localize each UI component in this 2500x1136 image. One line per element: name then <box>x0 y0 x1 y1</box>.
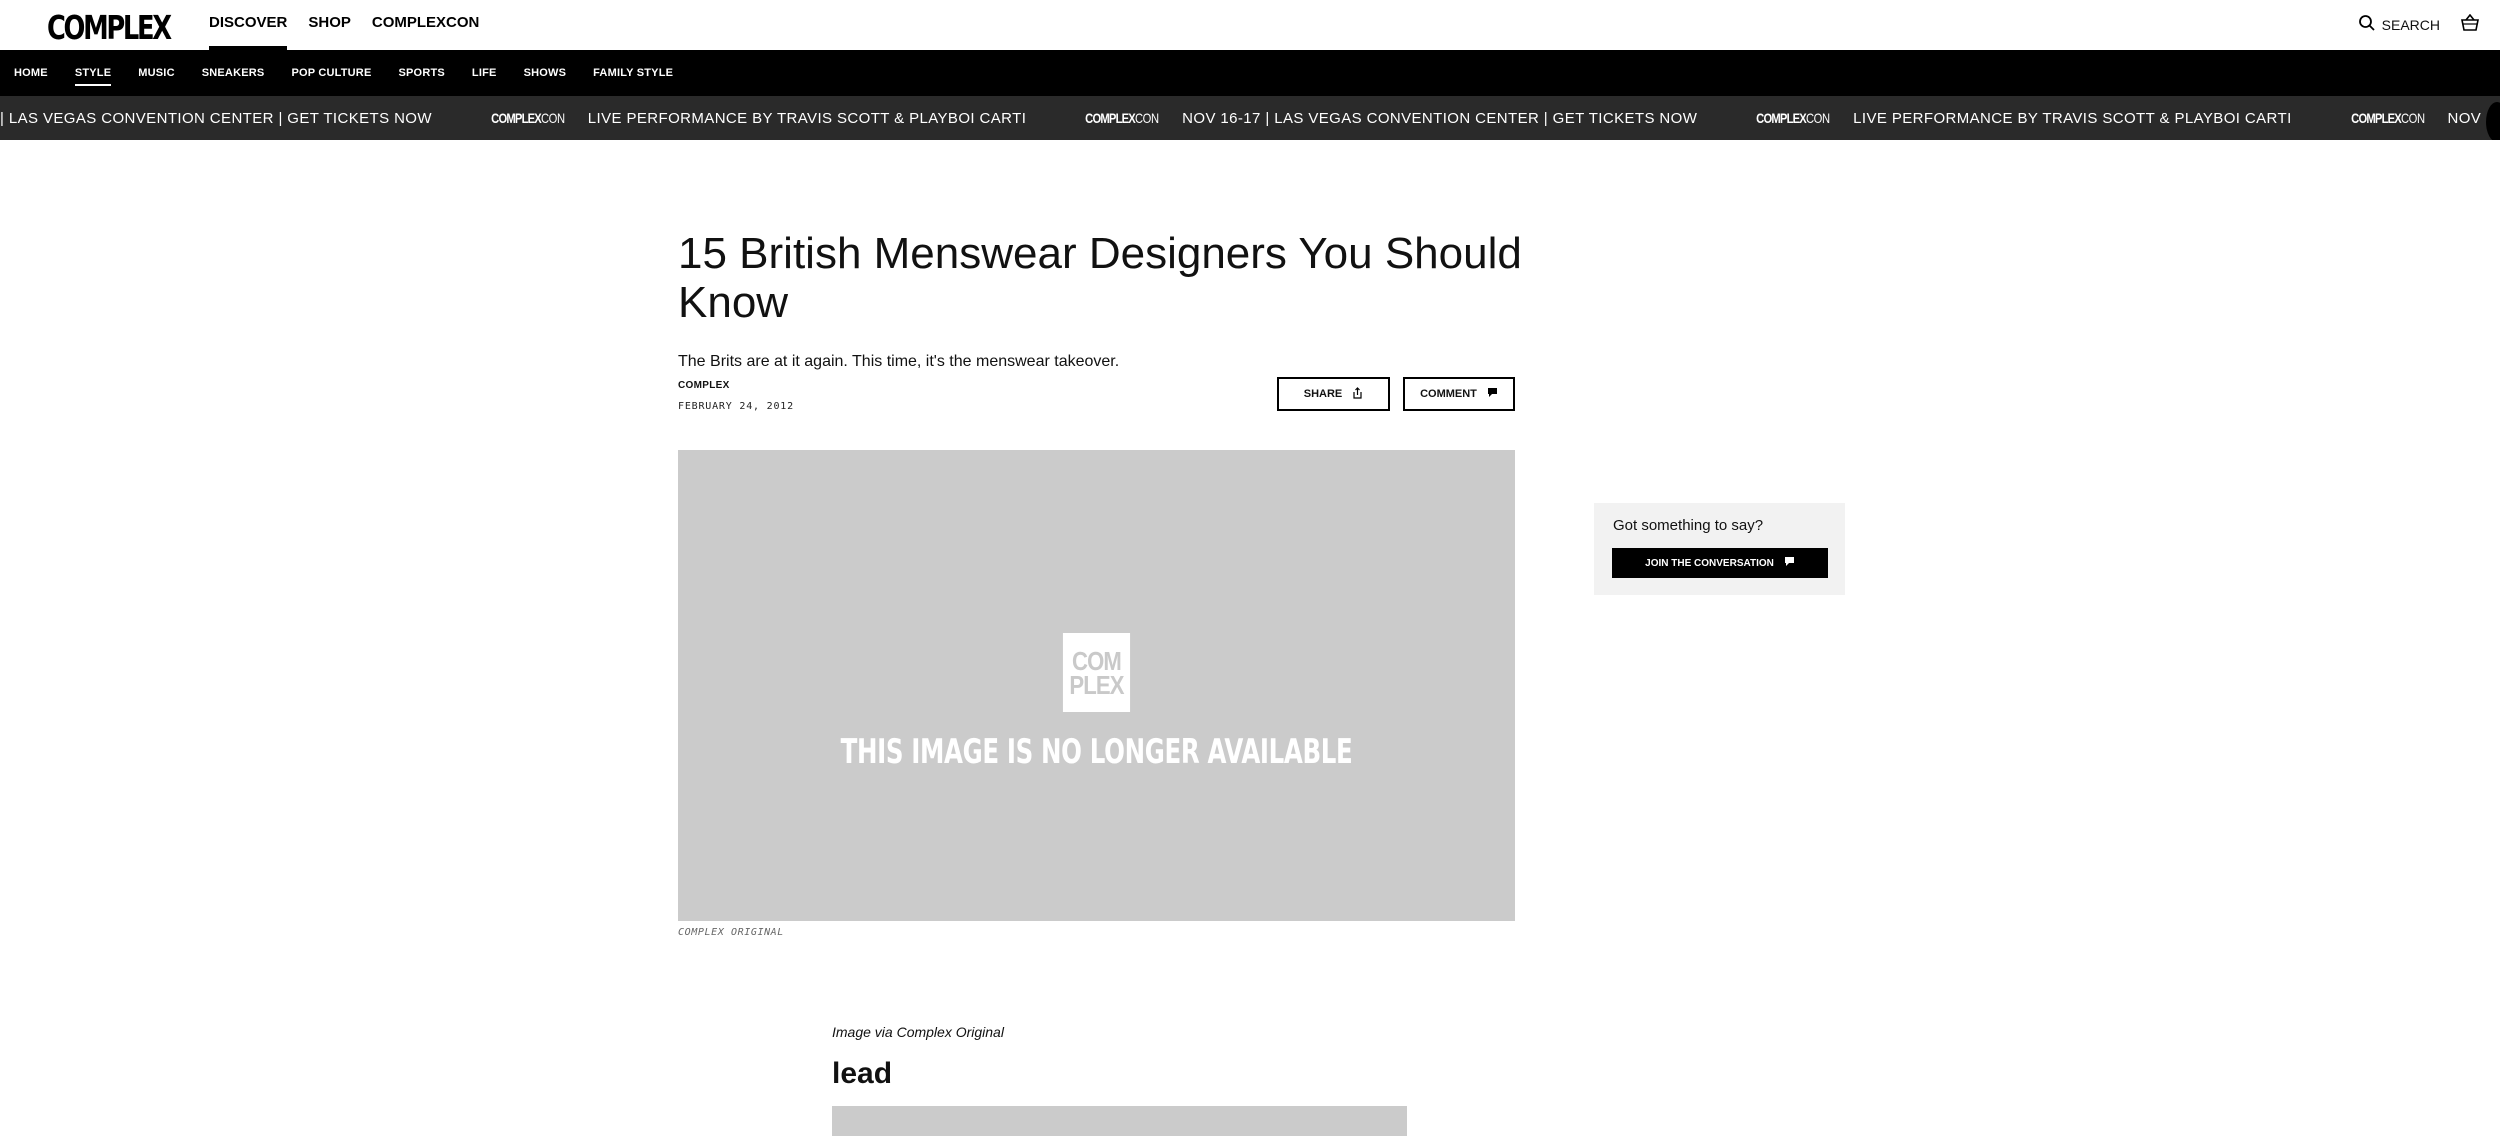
comment-button[interactable]: COMMENT <box>1403 377 1515 411</box>
article-title: 15 British Menswear Designers You Should… <box>678 229 1538 327</box>
complexcon-logo: COMPLEXCON <box>1756 110 1829 126</box>
article-date: FEBRUARY 24, 2012 <box>678 401 794 412</box>
share-button[interactable]: SHARE <box>1277 377 1390 411</box>
image-unavailable-message: THIS IMAGE IS NO LONGER AVAILABLE <box>795 732 1398 772</box>
complex-placeholder-logo: COM PLEX <box>1063 633 1130 712</box>
nav-discover[interactable]: DISCOVER <box>209 0 287 50</box>
primary-nav: DISCOVER SHOP COMPLEXCON <box>209 0 479 50</box>
article-author[interactable]: COMPLEX <box>678 380 730 391</box>
category-nav: HOME STYLE MUSIC SNEAKERS POP CULTURE SP… <box>0 50 2500 96</box>
share-label: SHARE <box>1304 388 1343 400</box>
category-home[interactable]: HOME <box>14 67 48 79</box>
search-button[interactable]: SEARCH <box>2358 14 2440 35</box>
category-life[interactable]: LIFE <box>472 67 497 79</box>
join-conversation-button[interactable]: JOIN THE CONVERSATION <box>1612 548 1828 578</box>
category-sports[interactable]: SPORTS <box>398 67 444 79</box>
comment-icon <box>1487 387 1498 401</box>
conversation-prompt: Got something to say? <box>1613 517 1763 534</box>
ticker-text: | LAS VEGAS CONVENTION CENTER | GET TICK… <box>0 110 432 127</box>
image-credit: Image via Complex Original <box>832 1024 1004 1040</box>
complexcon-logo: COMPLEXCON <box>1085 110 1158 126</box>
search-icon <box>2358 14 2376 35</box>
nav-shop[interactable]: SHOP <box>308 0 351 50</box>
hero-image-placeholder: COM PLEX THIS IMAGE IS NO LONGER AVAILAB… <box>678 450 1515 921</box>
category-sneakers[interactable]: SNEAKERS <box>202 67 265 79</box>
nav-complexcon[interactable]: COMPLEXCON <box>372 0 480 50</box>
ticker-edge-shape <box>2486 102 2500 140</box>
hero-caption: COMPLEX ORIGINAL <box>678 927 784 938</box>
ticker-text: LIVE PERFORMANCE BY TRAVIS SCOTT & PLAYB… <box>1853 110 2291 127</box>
category-style[interactable]: STYLE <box>75 67 111 79</box>
ticker-text: LIVE PERFORMANCE BY TRAVIS SCOTT & PLAYB… <box>588 110 1026 127</box>
basket-icon <box>2460 19 2480 36</box>
join-conversation-label: JOIN THE CONVERSATION <box>1645 558 1774 569</box>
complexcon-logo: COMPLEXCON <box>491 110 564 126</box>
search-label: SEARCH <box>2382 17 2440 33</box>
comment-label: COMMENT <box>1420 388 1477 400</box>
body-image-placeholder <box>832 1106 1407 1136</box>
complexcon-logo: COMPLEXCON <box>2351 110 2424 126</box>
category-pop-culture[interactable]: POP CULTURE <box>291 67 371 79</box>
article-subtitle: The Brits are at it again. This time, it… <box>678 353 1119 371</box>
top-header: COMPLEX DISCOVER SHOP COMPLEXCON SEARCH <box>0 0 2500 50</box>
category-family-style[interactable]: FAMILY STYLE <box>593 67 673 79</box>
ticker-text: NOV 16-17 | LAS VEGAS CONVENTION CENTER … <box>1182 110 1697 127</box>
promo-ticker[interactable]: | LAS VEGAS CONVENTION CENTER | GET TICK… <box>0 96 2500 140</box>
share-icon <box>1352 387 1363 402</box>
conversation-widget: Got something to say? JOIN THE CONVERSAT… <box>1594 503 1845 595</box>
category-shows[interactable]: SHOWS <box>524 67 567 79</box>
lead-heading: lead <box>832 1057 892 1091</box>
complex-logo[interactable]: COMPLEX <box>47 8 170 42</box>
cart-button[interactable] <box>2460 14 2480 37</box>
category-music[interactable]: MUSIC <box>138 67 174 79</box>
comment-icon <box>1784 556 1795 570</box>
